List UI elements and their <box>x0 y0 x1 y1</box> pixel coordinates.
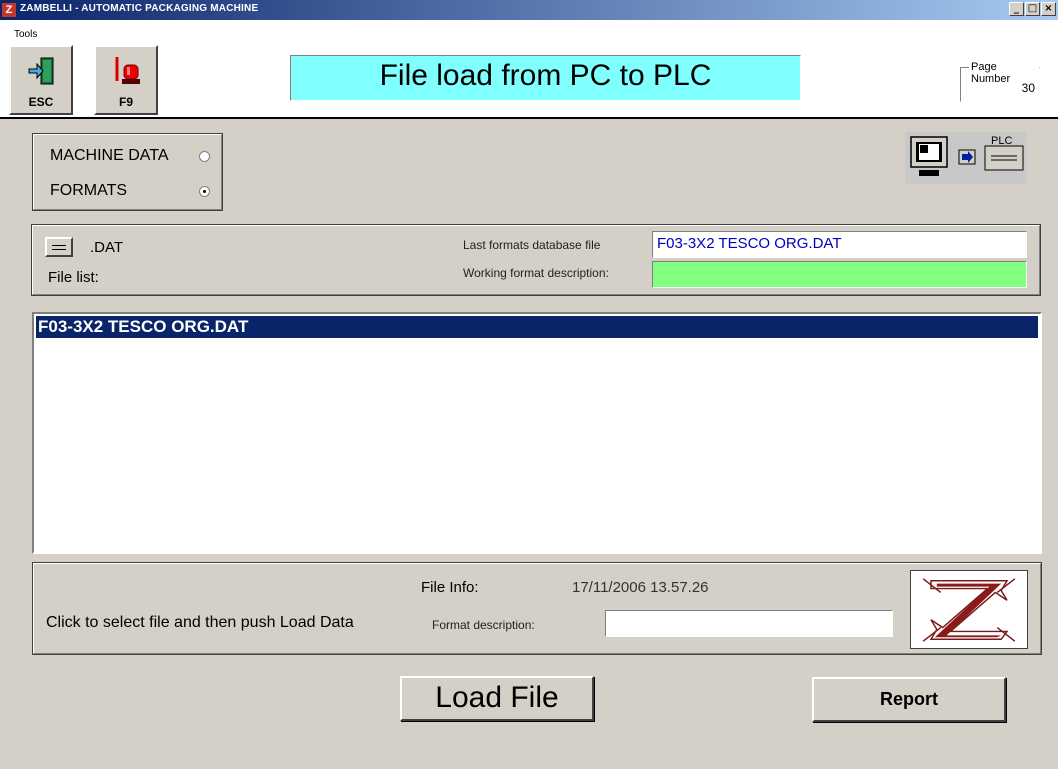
zambelli-logo-icon: Z <box>2 3 16 17</box>
last-db-field: F03-3X2 TESCO ORG.DAT <box>652 231 1027 258</box>
working-desc-label: Working format description: <box>463 266 609 280</box>
format-desc-label: Format description: <box>432 618 535 632</box>
machine-data-radio[interactable] <box>199 151 210 162</box>
minimize-button[interactable]: _ <box>1009 2 1024 16</box>
page-title: File load from PC to PLC <box>290 55 801 101</box>
f9-label: F9 <box>118 95 133 109</box>
file-listbox[interactable]: F03-3X2 TESCO ORG.DAT <box>32 312 1042 554</box>
load-file-button[interactable]: Load File <box>400 676 594 721</box>
select-extension-button[interactable] <box>45 237 73 257</box>
f9-button[interactable]: F9 <box>94 45 158 115</box>
zambelli-logo-icon <box>910 570 1028 649</box>
list-item[interactable]: F03-3X2 TESCO ORG.DAT <box>35 315 1039 339</box>
file-info-value: 17/11/2006 13.57.26 <box>572 579 709 596</box>
page-number-value: 30 <box>1021 81 1035 95</box>
menu-tools[interactable]: Tools <box>14 29 37 40</box>
machine-data-label: MACHINE DATA <box>50 147 169 164</box>
alarm-light-icon <box>115 57 140 84</box>
esc-button[interactable]: ESC <box>9 45 73 115</box>
pc-to-plc-icon: PLC <box>905 132 1027 184</box>
close-button[interactable]: × <box>1041 2 1056 16</box>
menubar: Tools <box>0 20 1058 42</box>
data-type-group: MACHINE DATA FORMATS <box>32 133 223 211</box>
extension-label: .DAT <box>90 239 124 256</box>
header-toolbar: ESC F9 File load from PC to PLC Page Num… <box>0 42 1058 119</box>
format-desc-field[interactable] <box>605 610 893 637</box>
file-panel: .DAT File list: Last formats database fi… <box>31 224 1041 296</box>
file-list-label: File list: <box>48 269 99 286</box>
exit-door-icon <box>28 57 54 85</box>
window-controls: _ □ × <box>1009 2 1056 16</box>
window-title: ZAMBELLI - AUTOMATIC PACKAGING MACHINE <box>20 3 259 14</box>
maximize-button[interactable]: □ <box>1025 2 1040 16</box>
file-info-panel: Click to select file and then push Load … <box>32 562 1042 655</box>
esc-label: ESC <box>28 95 54 109</box>
last-db-label: Last formats database file <box>463 238 601 252</box>
formats-label: FORMATS <box>50 182 128 199</box>
file-info-label: File Info: <box>421 579 479 596</box>
plc-label: PLC <box>991 135 1012 147</box>
page-number-box: Page Number 30 <box>960 61 1040 102</box>
instruction-text: Click to select file and then push Load … <box>46 614 354 631</box>
formats-radio[interactable] <box>199 186 210 197</box>
window-titlebar: Z ZAMBELLI - AUTOMATIC PACKAGING MACHINE… <box>0 0 1058 20</box>
working-desc-field <box>652 261 1027 288</box>
report-button[interactable]: Report <box>812 677 1006 722</box>
